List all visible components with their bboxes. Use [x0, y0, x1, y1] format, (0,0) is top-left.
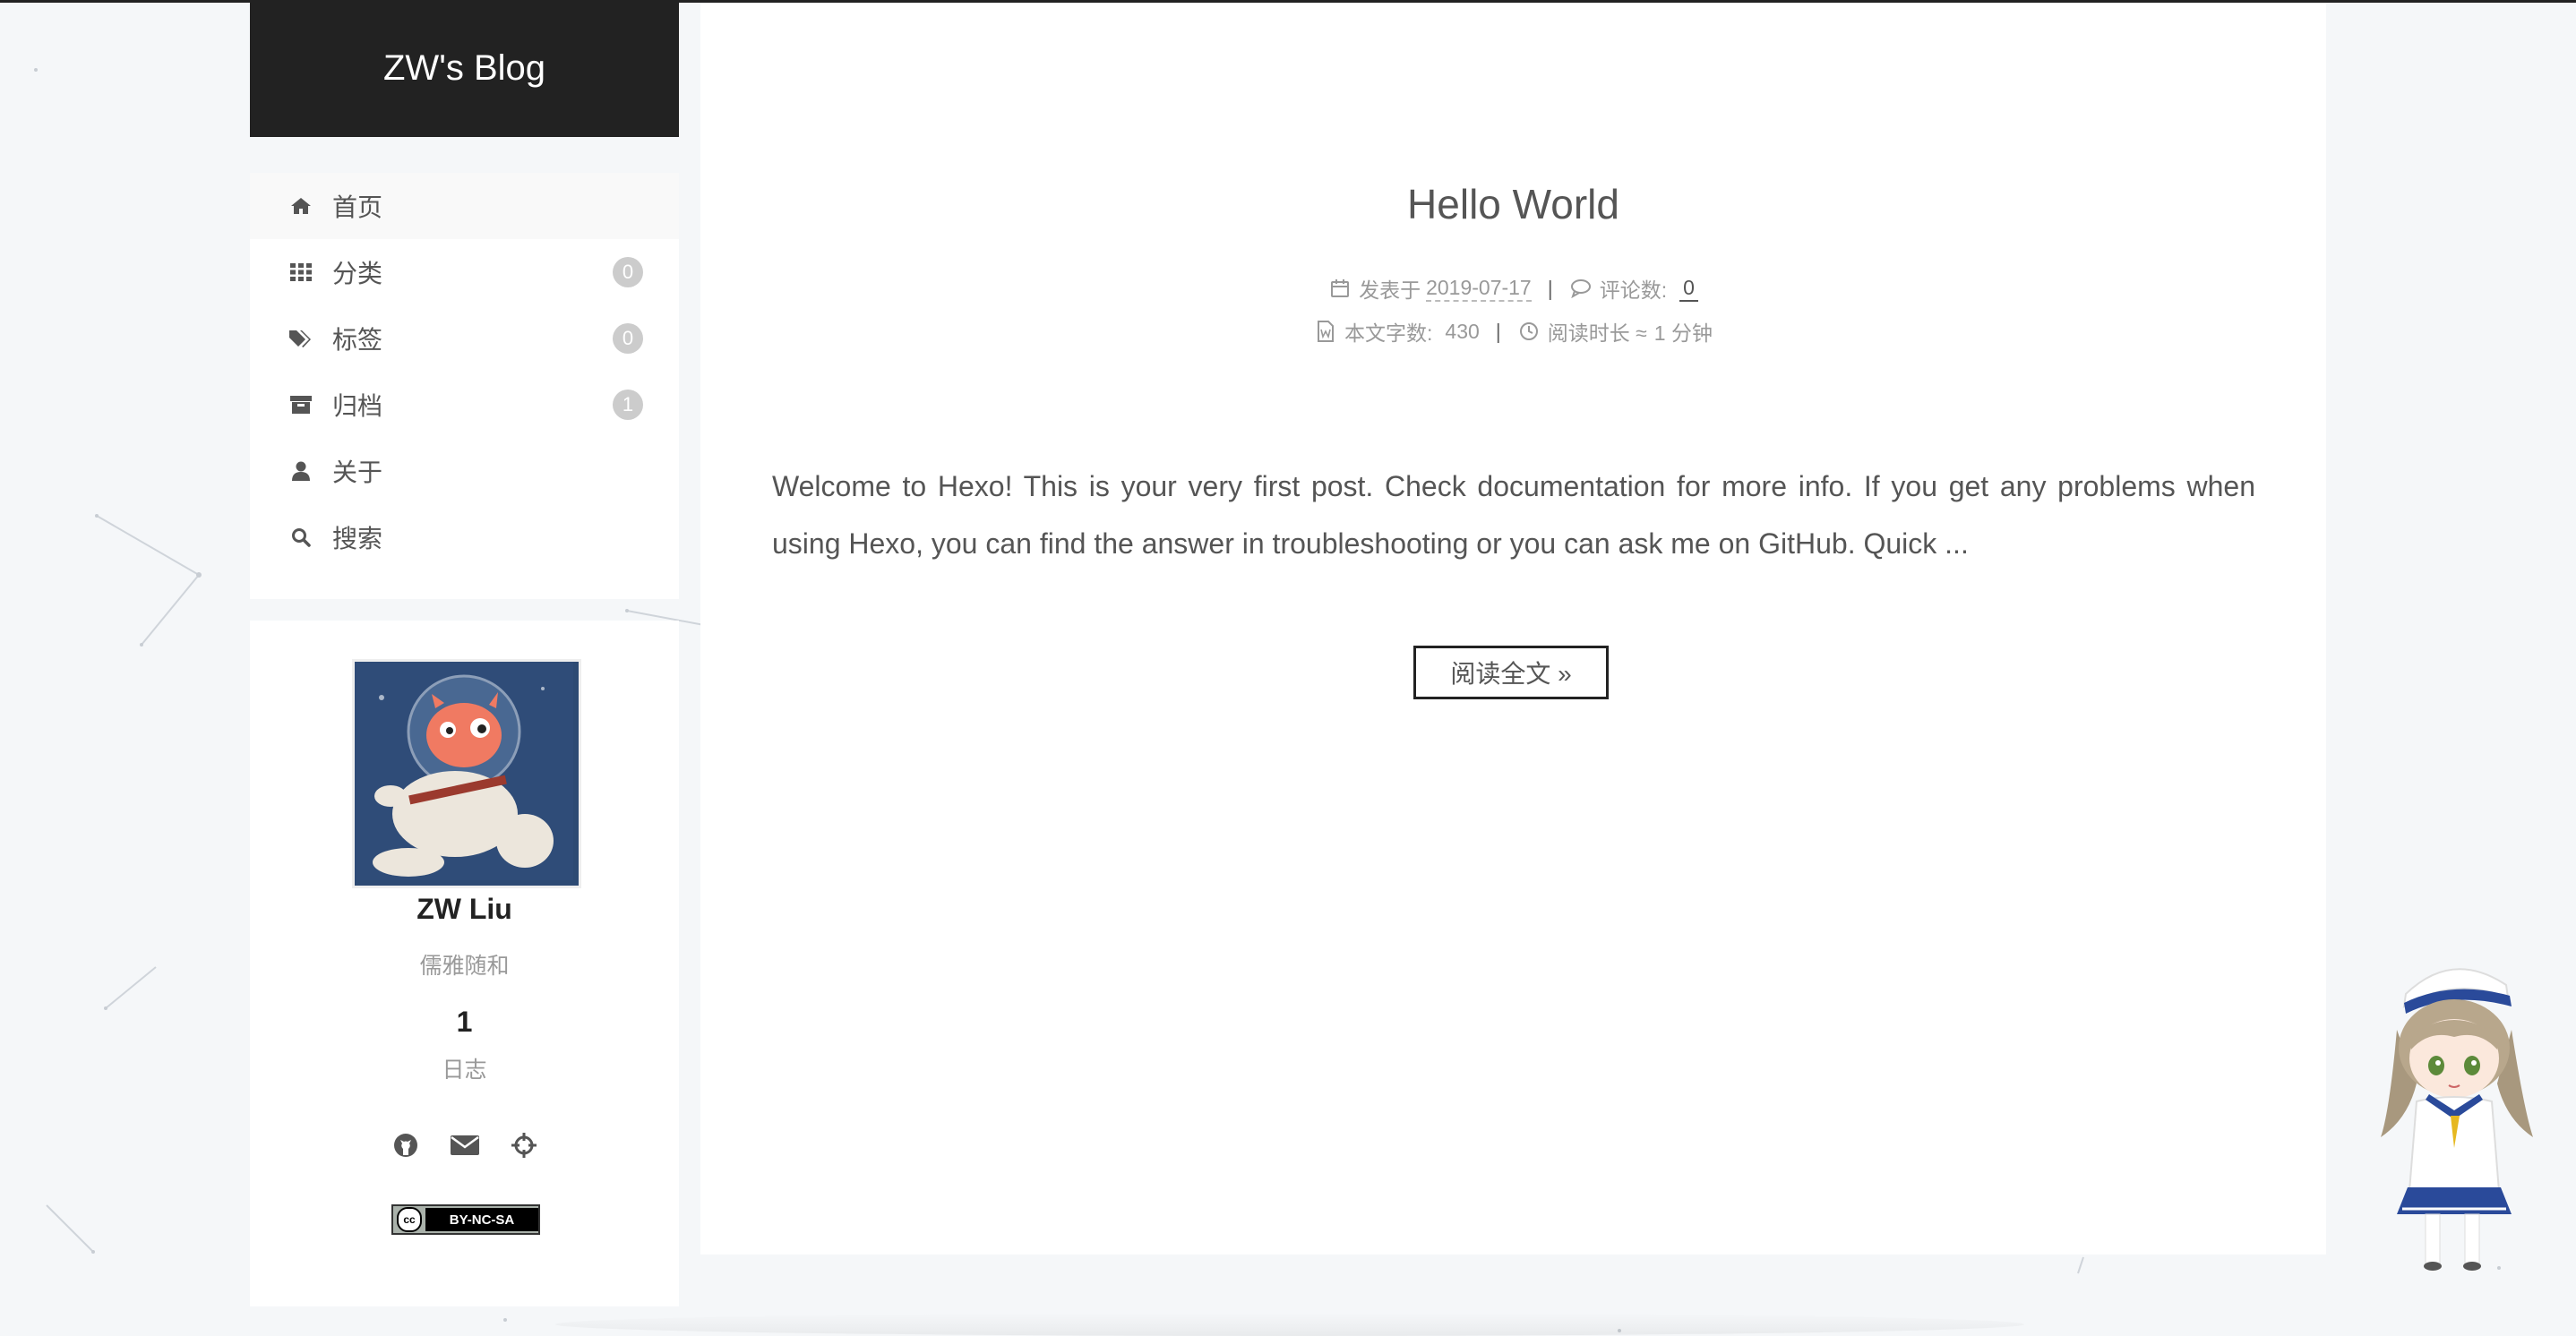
- read-more-button[interactable]: 阅读全文 »: [1413, 646, 1609, 699]
- readtime-value: 1 分钟: [1653, 321, 1713, 345]
- posts-count[interactable]: 1: [250, 1006, 679, 1039]
- file-word-icon: [1314, 320, 1337, 343]
- posts-label[interactable]: 日志: [250, 1052, 679, 1084]
- author-name: ZW Liu: [416, 893, 512, 925]
- menu-item-about[interactable]: 关于: [250, 438, 679, 504]
- meta-separator: |: [1547, 276, 1553, 300]
- cc-icon: cc: [397, 1207, 422, 1232]
- live2d-mascot[interactable]: [2354, 940, 2551, 1272]
- count-badge: 0: [613, 257, 643, 287]
- crosshairs-icon[interactable]: [510, 1131, 538, 1160]
- menu-item-tags[interactable]: 标签 0: [250, 305, 679, 372]
- user-icon: [288, 458, 314, 484]
- menu-item-search[interactable]: 搜索: [250, 504, 679, 570]
- menu-item-categories[interactable]: 分类 0: [250, 239, 679, 305]
- post-date: 2019-07-17: [1426, 276, 1532, 302]
- archive-icon: [288, 391, 314, 418]
- wordcount-label: 本文字数:: [1344, 321, 1433, 345]
- envelope-icon[interactable]: [450, 1131, 479, 1160]
- count-badge: 1: [613, 390, 643, 420]
- pagination-shadow: [555, 1313, 2024, 1336]
- cc-license-text: BY-NC-SA: [425, 1208, 538, 1231]
- avatar: [352, 659, 581, 888]
- menu-item-label: 搜索: [332, 525, 383, 552]
- home-icon: [288, 193, 314, 219]
- social-links: [250, 1131, 679, 1160]
- calendar-icon: [1328, 277, 1352, 300]
- th-icon: [288, 259, 314, 286]
- meta-separator: |: [1495, 319, 1501, 343]
- site-title[interactable]: ZW's Blog: [250, 0, 679, 137]
- readtime-label: 阅读时长 ≈: [1547, 321, 1647, 345]
- clock-icon: [1517, 320, 1541, 343]
- wordcount-value: 430: [1445, 319, 1480, 343]
- author-sidebar: ZW Liu 儒雅随和 1 日志 cc BY-NC-SA: [250, 621, 679, 1306]
- menu-item-label: 关于: [332, 458, 383, 486]
- post-card: Hello World 发表于 2019-07-17 | 评论数: 0 本文字数…: [700, 3, 2326, 1255]
- menu-item-archives[interactable]: 归档 1: [250, 372, 679, 438]
- menu-item-label: 分类: [332, 260, 383, 287]
- search-icon: [288, 524, 314, 551]
- posted-label: 发表于: [1359, 278, 1421, 302]
- comments-label: 评论数:: [1599, 278, 1668, 302]
- count-badge: 0: [613, 323, 643, 354]
- github-icon[interactable]: [391, 1131, 420, 1160]
- menu-item-home[interactable]: 首页: [250, 173, 679, 239]
- menu-item-label: 标签: [332, 326, 383, 354]
- tags-icon: [288, 325, 314, 352]
- menu-item-label: 归档: [332, 392, 383, 420]
- cc-license-badge[interactable]: cc BY-NC-SA: [391, 1204, 540, 1235]
- main-menu: 首页 分类 0 标签 0 归档 1 关于 搜索: [250, 173, 679, 599]
- post-title[interactable]: Hello World: [700, 180, 2326, 228]
- post-meta-row: 发表于 2019-07-17 | 评论数: 0: [700, 273, 2326, 304]
- author-description: 儒雅随和: [419, 954, 510, 979]
- comment-icon: [1569, 277, 1593, 300]
- comments-count[interactable]: 0: [1679, 276, 1698, 302]
- menu-item-label: 首页: [332, 193, 383, 221]
- post-excerpt: Welcome to Hexo! This is your very first…: [772, 470, 2255, 560]
- post-meta-row: 本文字数: 430 | 阅读时长 ≈ 1 分钟: [700, 316, 2326, 347]
